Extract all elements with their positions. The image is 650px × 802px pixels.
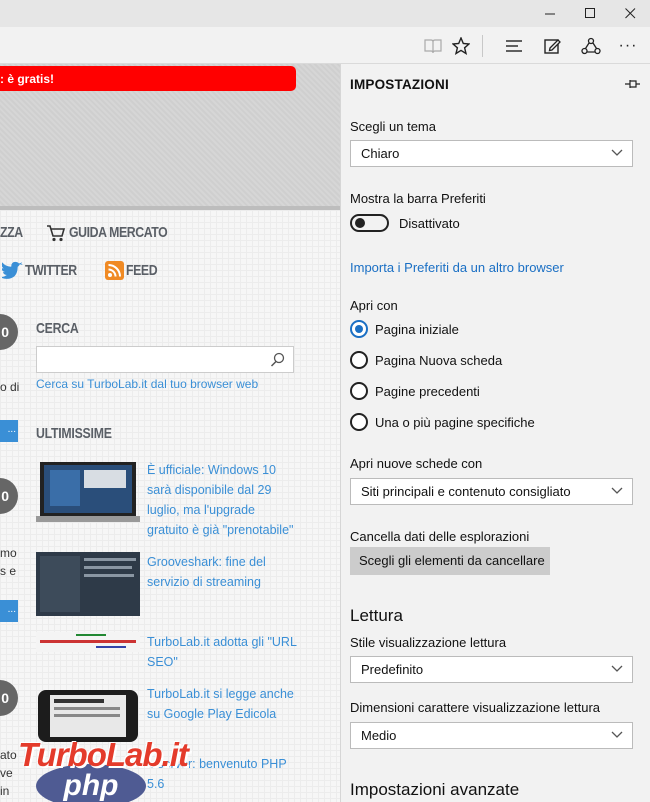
site-search-input[interactable]	[36, 346, 294, 373]
web-page: : è gratis! ZZA GUIDA MERCATO TWITTER FE…	[0, 64, 340, 802]
twitter-icon	[2, 261, 23, 279]
news-item[interactable]: TurboLab.it adotta gli "URL SEO"	[36, 632, 296, 669]
reading-view-icon	[424, 39, 442, 54]
theme-select[interactable]: Chiaro	[350, 140, 633, 167]
chevron-down-icon	[611, 487, 623, 494]
radio-label: Pagina Nuova scheda	[375, 353, 503, 368]
minimize-button[interactable]	[530, 0, 570, 27]
hub-icon	[506, 40, 522, 52]
maximize-button[interactable]	[570, 0, 610, 27]
search-hint-link[interactable]: Cerca su TurboLab.it dal tuo browser web	[36, 377, 258, 391]
theme-label: Scegli un tema	[350, 119, 436, 134]
windows-laptop-thumbnail	[36, 462, 140, 522]
share-icon	[581, 37, 601, 55]
window-title-bar	[0, 0, 650, 27]
toolbar-divider	[482, 35, 483, 57]
search-icon	[270, 352, 285, 367]
nav-link-twitter[interactable]: TWITTER	[25, 262, 77, 279]
new-tabs-label: Apri nuove schede con	[350, 456, 483, 471]
chevron-down-icon	[611, 149, 623, 156]
favbar-toggle[interactable]	[350, 214, 389, 232]
open-with-label: Apri con	[350, 298, 398, 313]
left-text-fragment: ato	[0, 748, 17, 762]
nav-link-fragment[interactable]: ZZA	[0, 224, 23, 241]
clear-data-label: Cancella dati delle esplorazioni	[350, 529, 530, 544]
news-title: Grooveshark: fine del servizio di stream…	[147, 555, 266, 589]
news-title: TurboLab.it si legge anche su Google Pla…	[147, 687, 294, 721]
browser-toolbar: ···	[0, 27, 650, 64]
web-note-button[interactable]	[537, 31, 567, 61]
star-icon	[452, 37, 470, 55]
radio-start-page[interactable]	[350, 320, 368, 338]
favbar-label: Mostra la barra Preferiti	[350, 191, 486, 206]
news-item[interactable]: È ufficiale: Windows 10 sarà disponibile…	[36, 460, 296, 537]
pin-pane-button[interactable]	[623, 76, 641, 92]
rss-feed-icon	[105, 261, 124, 280]
site-watermark: TurboLab.it	[18, 736, 189, 773]
more-link-button[interactable]: ...	[0, 420, 18, 442]
radio-previous-pages[interactable]	[350, 382, 368, 400]
more-icon: ···	[618, 37, 638, 54]
promo-text: : è gratis!	[0, 72, 55, 86]
hub-button[interactable]	[499, 31, 529, 61]
web-note-icon	[544, 39, 561, 54]
left-text-fragment: mo	[0, 546, 17, 560]
share-button[interactable]	[576, 31, 606, 61]
left-text-fragment: s e	[0, 564, 17, 578]
left-text-fragment: ve	[0, 766, 13, 780]
news-item[interactable]: Grooveshark: fine del servizio di stream…	[36, 552, 296, 618]
radio-new-tab-page[interactable]	[350, 351, 368, 369]
promo-bar[interactable]: : è gratis!	[0, 66, 296, 91]
reading-font-size-select[interactable]: Medio	[350, 722, 633, 749]
close-icon	[624, 8, 635, 19]
radio-label: Pagine precedenti	[375, 384, 480, 399]
news-title: È ufficiale: Windows 10 sarà disponibile…	[147, 463, 294, 537]
maximize-icon	[584, 8, 595, 18]
theme-value: Chiaro	[361, 146, 400, 161]
import-favorites-link[interactable]: Importa i Preferiti da un altro browser	[350, 260, 564, 275]
reading-font-size-label: Dimensioni carattere visualizzazione let…	[350, 700, 601, 715]
pin-icon	[625, 80, 640, 88]
new-tabs-select[interactable]: Siti principali e contenuto consigliato	[350, 478, 633, 505]
url-seo-thumbnail	[36, 632, 140, 652]
toggle-knob	[355, 218, 365, 228]
chevron-down-icon	[611, 731, 623, 738]
radio-specific-pages[interactable]	[350, 413, 368, 431]
more-button[interactable]: ···	[613, 31, 643, 61]
reading-style-value: Predefinito	[361, 662, 424, 677]
choose-items-to-clear-button[interactable]: Scegli gli elementi da cancellare	[350, 547, 550, 575]
favorite-button[interactable]	[446, 31, 476, 61]
reading-heading: Lettura	[350, 606, 403, 625]
page-banner: : è gratis!	[0, 64, 340, 206]
chevron-down-icon	[611, 665, 623, 672]
minimize-icon	[544, 13, 555, 15]
nav-link-feed[interactable]: FEED	[126, 262, 158, 279]
latest-heading: ULTIMISSIME	[36, 425, 112, 442]
more-link-button[interactable]: ...	[0, 600, 18, 622]
reading-font-size-value: Medio	[361, 728, 397, 743]
nav-link-market[interactable]: GUIDA MERCATO	[69, 224, 168, 241]
reading-style-select[interactable]: Predefinito	[350, 656, 633, 683]
favbar-state: Disattivato	[399, 216, 460, 231]
new-tabs-value: Siti principali e contenuto consigliato	[361, 484, 571, 499]
cart-icon	[47, 225, 66, 242]
radio-label: Pagina iniziale	[375, 322, 459, 337]
settings-title: IMPOSTAZIONI	[350, 77, 449, 92]
advanced-settings-heading: Impostazioni avanzate	[350, 780, 520, 799]
grooveshark-thumbnail	[36, 552, 140, 616]
search-heading: CERCA	[36, 320, 79, 337]
radio-label: Una o più pagine specifiche	[375, 415, 535, 430]
close-button[interactable]	[610, 0, 650, 27]
settings-pane: IMPOSTAZIONI Scegli un tema Chiaro Mostr…	[340, 64, 650, 802]
left-text-fragment: in	[0, 784, 10, 798]
reading-view-button[interactable]	[418, 31, 448, 61]
news-title: TurboLab.it adotta gli "URL SEO"	[147, 635, 297, 669]
left-text-fragment: o di	[0, 380, 20, 394]
reading-style-label: Stile visualizzazione lettura	[350, 635, 507, 650]
